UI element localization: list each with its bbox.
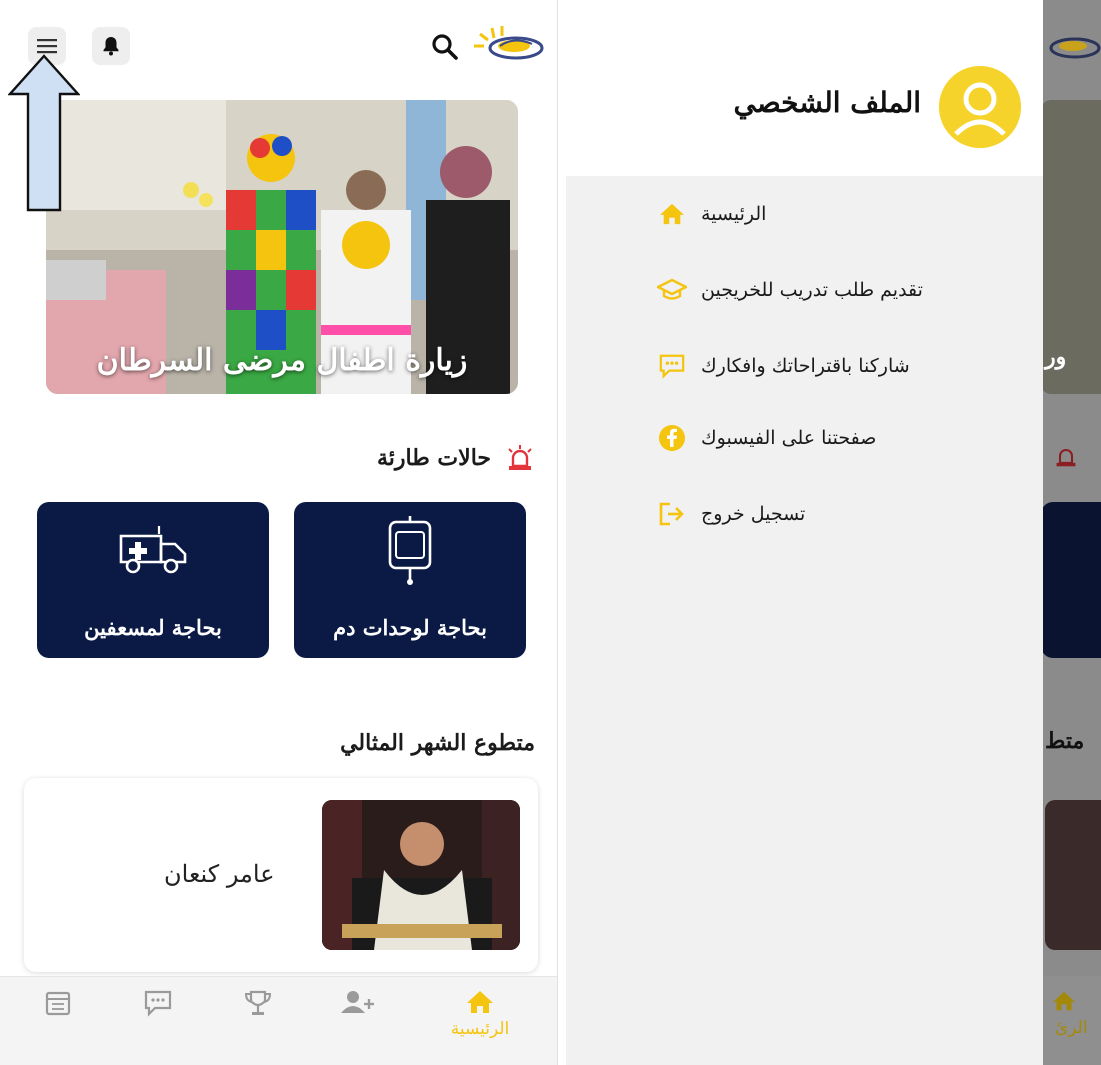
nav-add-volunteer[interactable] — [328, 989, 388, 1049]
app-logo-dimmed — [1049, 37, 1101, 59]
volunteer-photo — [322, 800, 520, 950]
notifications-button[interactable] — [92, 27, 130, 65]
drawer-item-facebook[interactable]: صفحتنا على الفيسبوك — [657, 420, 1017, 456]
drawer-item-suggestions[interactable]: شاركنا باقتراحاتك وافكارك — [657, 348, 1017, 384]
calendar-icon — [45, 991, 71, 1016]
drawer-item-label: صفحتنا على الفيسبوك — [701, 427, 877, 449]
user-avatar-icon — [939, 66, 1021, 148]
nav-calendar[interactable] — [28, 989, 88, 1049]
nav-home[interactable]: الرئيسية — [450, 989, 510, 1049]
nav-achievements[interactable] — [228, 989, 288, 1049]
emergency-section-header: حالات طارئة — [377, 444, 535, 472]
add-user-icon — [341, 991, 374, 1013]
app-logo — [470, 24, 546, 68]
top-bar — [0, 0, 557, 80]
volunteer-card[interactable]: عامر كنعان — [24, 778, 538, 972]
trophy-icon — [244, 990, 272, 1015]
annotation-arrow — [8, 54, 80, 212]
volunteer-photo-dimmed — [1045, 800, 1101, 950]
paramedics-card[interactable]: بحاجة لمسعفين — [37, 502, 269, 658]
chat-bubble-icon — [659, 354, 685, 379]
chat-icon — [144, 990, 172, 1017]
siren-icon — [1056, 448, 1076, 467]
drawer-item-home[interactable]: الرئيسية — [657, 196, 1017, 232]
avatar[interactable] — [939, 66, 1021, 148]
profile-title: الملف الشخصي — [733, 86, 921, 119]
bottom-navigation: الرئيسية — [0, 976, 557, 1065]
volunteer-section-title: متطوع الشهر المثالي — [340, 730, 535, 756]
navigation-drawer: الملف الشخصي الرئيسية تقديم طلب تدريب لل… — [566, 0, 1043, 1065]
drawer-item-label: شاركنا باقتراحاتك وافكارك — [701, 355, 910, 377]
drawer-screen: ور متط الرئ الملف الشخصي الرئيسية تقديم … — [566, 0, 1101, 1065]
blood-bag-icon — [388, 516, 432, 585]
logout-icon — [659, 502, 684, 526]
search-icon — [432, 34, 458, 60]
emergency-title: حالات طارئة — [377, 445, 491, 471]
volunteer-name: عامر كنعان — [164, 860, 275, 888]
sun-rays-icon — [474, 26, 504, 48]
facebook-icon — [659, 425, 685, 451]
home-icon — [660, 203, 684, 225]
search-button[interactable] — [428, 30, 462, 64]
drawer-item-label: الرئيسية — [701, 203, 767, 225]
card-dimmed — [1041, 502, 1101, 658]
drawer-item-label: تقديم طلب تدريب للخريجين — [701, 279, 923, 301]
blood-units-card[interactable]: بحاجة لوحدات دم — [294, 502, 526, 658]
siren-icon — [508, 445, 532, 470]
drawer-item-training[interactable]: تقديم طلب تدريب للخريجين — [657, 272, 1017, 308]
home-icon — [1053, 991, 1075, 1011]
banner-caption: زيارة اطفال مرضى السرطان — [96, 343, 468, 378]
drawer-item-logout[interactable]: تسجيل خروج — [657, 496, 1017, 532]
banner-caption-dimmed: ور — [1045, 344, 1067, 370]
nav-home-label: الرئيسية — [450, 1019, 510, 1039]
home-icon — [467, 991, 493, 1013]
nav-messages[interactable] — [128, 989, 188, 1049]
drawer-item-label: تسجيل خروج — [701, 503, 806, 525]
nav-home-label-dimmed: الرئ — [1055, 1018, 1088, 1038]
home-screen: زيارة اطفال مرضى السرطان حالات طارئة بحا… — [0, 0, 558, 1065]
graduation-cap-icon — [657, 278, 687, 300]
volunteer-section-header: متطوع الشهر المثالي — [340, 730, 535, 756]
blood-units-label: بحاجة لوحدات دم — [333, 615, 487, 640]
paramedics-label: بحاجة لمسعفين — [84, 615, 222, 640]
volunteer-title-dimmed: متط — [1045, 728, 1085, 754]
news-banner[interactable]: زيارة اطفال مرضى السرطان — [46, 100, 518, 394]
ambulance-icon — [119, 526, 187, 574]
drawer-header[interactable]: الملف الشخصي — [566, 0, 1043, 176]
bell-icon — [103, 37, 119, 56]
